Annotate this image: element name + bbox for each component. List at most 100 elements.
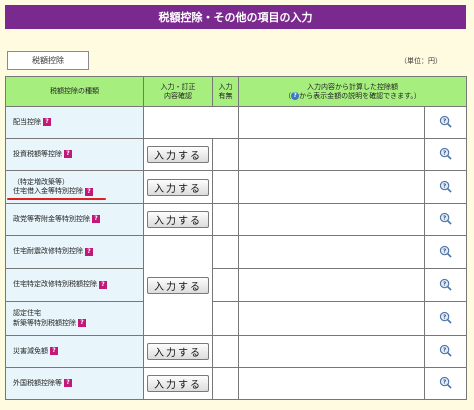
table-row: 配当控除? ? (5, 106, 467, 139)
highlight-underline (7, 198, 106, 200)
confirm-cell: 入力する (143, 203, 213, 236)
confirm-cell: 入力する (143, 170, 213, 204)
input-button[interactable]: 入力する (147, 146, 209, 163)
confirm-cell-merged: 入力する (143, 235, 213, 336)
input-button[interactable]: 入力する (147, 277, 209, 294)
amount-cell (238, 203, 425, 236)
help-cell: ? (424, 335, 467, 368)
table-row: 外国税額控除等? 入力する ? (5, 367, 467, 400)
question-mark-icon[interactable]: ? (78, 319, 86, 327)
row-label: 認定住宅 新築等特別税額控除 (13, 309, 76, 327)
presence-cell (212, 335, 239, 368)
table-row: 住宅耐震改修特別控除? 入力する ? (5, 235, 467, 336)
header-amount: 入力内容から計算した控除額 （? から表示金額の説明を確認できます。） (238, 76, 467, 107)
amount-cell (238, 235, 425, 269)
presence-cell (212, 301, 239, 336)
presence-cell (212, 235, 239, 269)
magnifier-question-icon[interactable]: ? (439, 311, 452, 324)
magnifier-question-icon[interactable]: ? (439, 147, 452, 160)
question-mark-icon[interactable]: ? (85, 187, 93, 196)
help-cell: ? (424, 367, 467, 400)
amount-cell (238, 138, 425, 171)
table-row: 災害減免額? 入力する ? (5, 335, 467, 368)
info-circle-icon: ? (291, 91, 300, 100)
confirm-cell: 入力する (143, 138, 213, 171)
question-mark-icon[interactable]: ? (99, 280, 107, 289)
question-mark-icon[interactable]: ? (92, 215, 100, 224)
help-cell: ? (424, 301, 467, 336)
question-mark-icon[interactable]: ? (64, 150, 72, 159)
amount-cell (238, 367, 425, 400)
magnifier-question-icon[interactable]: ? (439, 376, 452, 389)
question-mark-icon[interactable]: ? (64, 379, 72, 388)
row-label-cell: 投資税額等控除? (5, 138, 144, 171)
presence-cell (212, 367, 239, 400)
row-label-cell: 認定住宅 新築等特別税額控除? (5, 301, 144, 336)
question-mark-icon[interactable]: ? (85, 247, 93, 256)
presence-cell (212, 268, 239, 302)
table-row: 政党等寄附金等特別控除? 入力する ? (5, 203, 467, 236)
header-amount-open: （ (284, 91, 292, 100)
tax-credit-tab-button[interactable]: 税額控除 (7, 51, 89, 70)
svg-text:?: ? (443, 281, 446, 287)
help-cell: ? (424, 268, 467, 302)
table-row: 投資税額等控除? 入力する ? (5, 138, 467, 171)
row-label-cell: 外国税額控除等? (5, 367, 144, 400)
header-confirm: 入力・訂正 内容確認 (143, 76, 213, 107)
row-label: 住宅特定改修特別税額控除 (13, 280, 97, 289)
input-button[interactable]: 入力する (147, 343, 209, 360)
help-cell: ? (424, 106, 467, 139)
svg-text:?: ? (443, 380, 446, 386)
tax-credit-table: 税額控除の種類 入力・訂正 内容確認 入力 有無 入力内容から計算した控除額 （… (5, 76, 467, 400)
unit-label: （単位：円） (400, 57, 442, 65)
help-cell: ? (424, 235, 467, 269)
magnifier-question-icon[interactable]: ? (439, 278, 452, 291)
row-label: 災害減免額 (13, 346, 48, 355)
help-cell: ? (424, 203, 467, 236)
input-button[interactable]: 入力する (147, 375, 209, 392)
row-label: 住宅耐震改修特別控除 (13, 247, 83, 256)
page-title: 税額控除・その他の項目の入力 (5, 5, 466, 29)
row-label-cell: 災害減免額? (5, 335, 144, 368)
confirm-cell: 入力する (143, 335, 213, 368)
help-cell: ? (424, 138, 467, 171)
amount-cell (238, 335, 425, 368)
row-label-cell: 政党等寄附金等特別控除? (5, 203, 144, 236)
presence-cell (212, 170, 239, 204)
svg-text:?: ? (443, 216, 446, 222)
input-button[interactable]: 入力する (147, 211, 209, 228)
row-label: 配当控除 (13, 117, 41, 126)
row-label-cell: 配当控除? (5, 106, 144, 139)
row-label: 外国税額控除等 (13, 378, 62, 387)
amount-cell (238, 170, 425, 204)
input-button[interactable]: 入力する (147, 178, 209, 196)
magnifier-question-icon[interactable]: ? (439, 180, 452, 193)
header-amount-close: から表示金額の説明を確認できます。） (299, 91, 421, 100)
magnifier-question-icon[interactable]: ? (439, 115, 452, 128)
amount-cell (238, 301, 425, 336)
magnifier-question-icon[interactable]: ? (439, 245, 452, 258)
amount-cell (238, 106, 425, 139)
row-label: 政党等寄附金等特別控除 (13, 214, 90, 223)
row-label-cell: 住宅特定改修特別税額控除? (5, 268, 144, 302)
svg-text:?: ? (443, 348, 446, 354)
magnifier-question-icon[interactable]: ? (439, 344, 452, 357)
svg-text:?: ? (443, 315, 446, 321)
row-label: （特定増改築等） 住宅借入金等特別控除 (13, 177, 83, 196)
row-label: 投資税額等控除 (13, 149, 62, 158)
magnifier-question-icon[interactable]: ? (439, 212, 452, 225)
row-label-cell: 住宅耐震改修特別控除? (5, 235, 144, 269)
svg-text:?: ? (443, 119, 446, 125)
table-row: 認定住宅 新築等特別税額控除? ? (5, 301, 467, 336)
confirm-cell (143, 106, 239, 139)
svg-text:?: ? (443, 183, 446, 189)
svg-text:?: ? (443, 151, 446, 157)
question-mark-icon[interactable]: ? (43, 118, 51, 127)
header-amount-line1: 入力内容から計算した控除額 (307, 82, 398, 91)
header-type: 税額控除の種類 (5, 76, 144, 107)
confirm-cell: 入力する (143, 367, 213, 400)
question-mark-icon[interactable]: ? (50, 347, 58, 356)
table-row: 住宅特定改修特別税額控除? ? (5, 268, 467, 302)
header-presence: 入力 有無 (212, 76, 239, 107)
header-amount-line2: （? から表示金額の説明を確認できます。） (239, 91, 466, 101)
